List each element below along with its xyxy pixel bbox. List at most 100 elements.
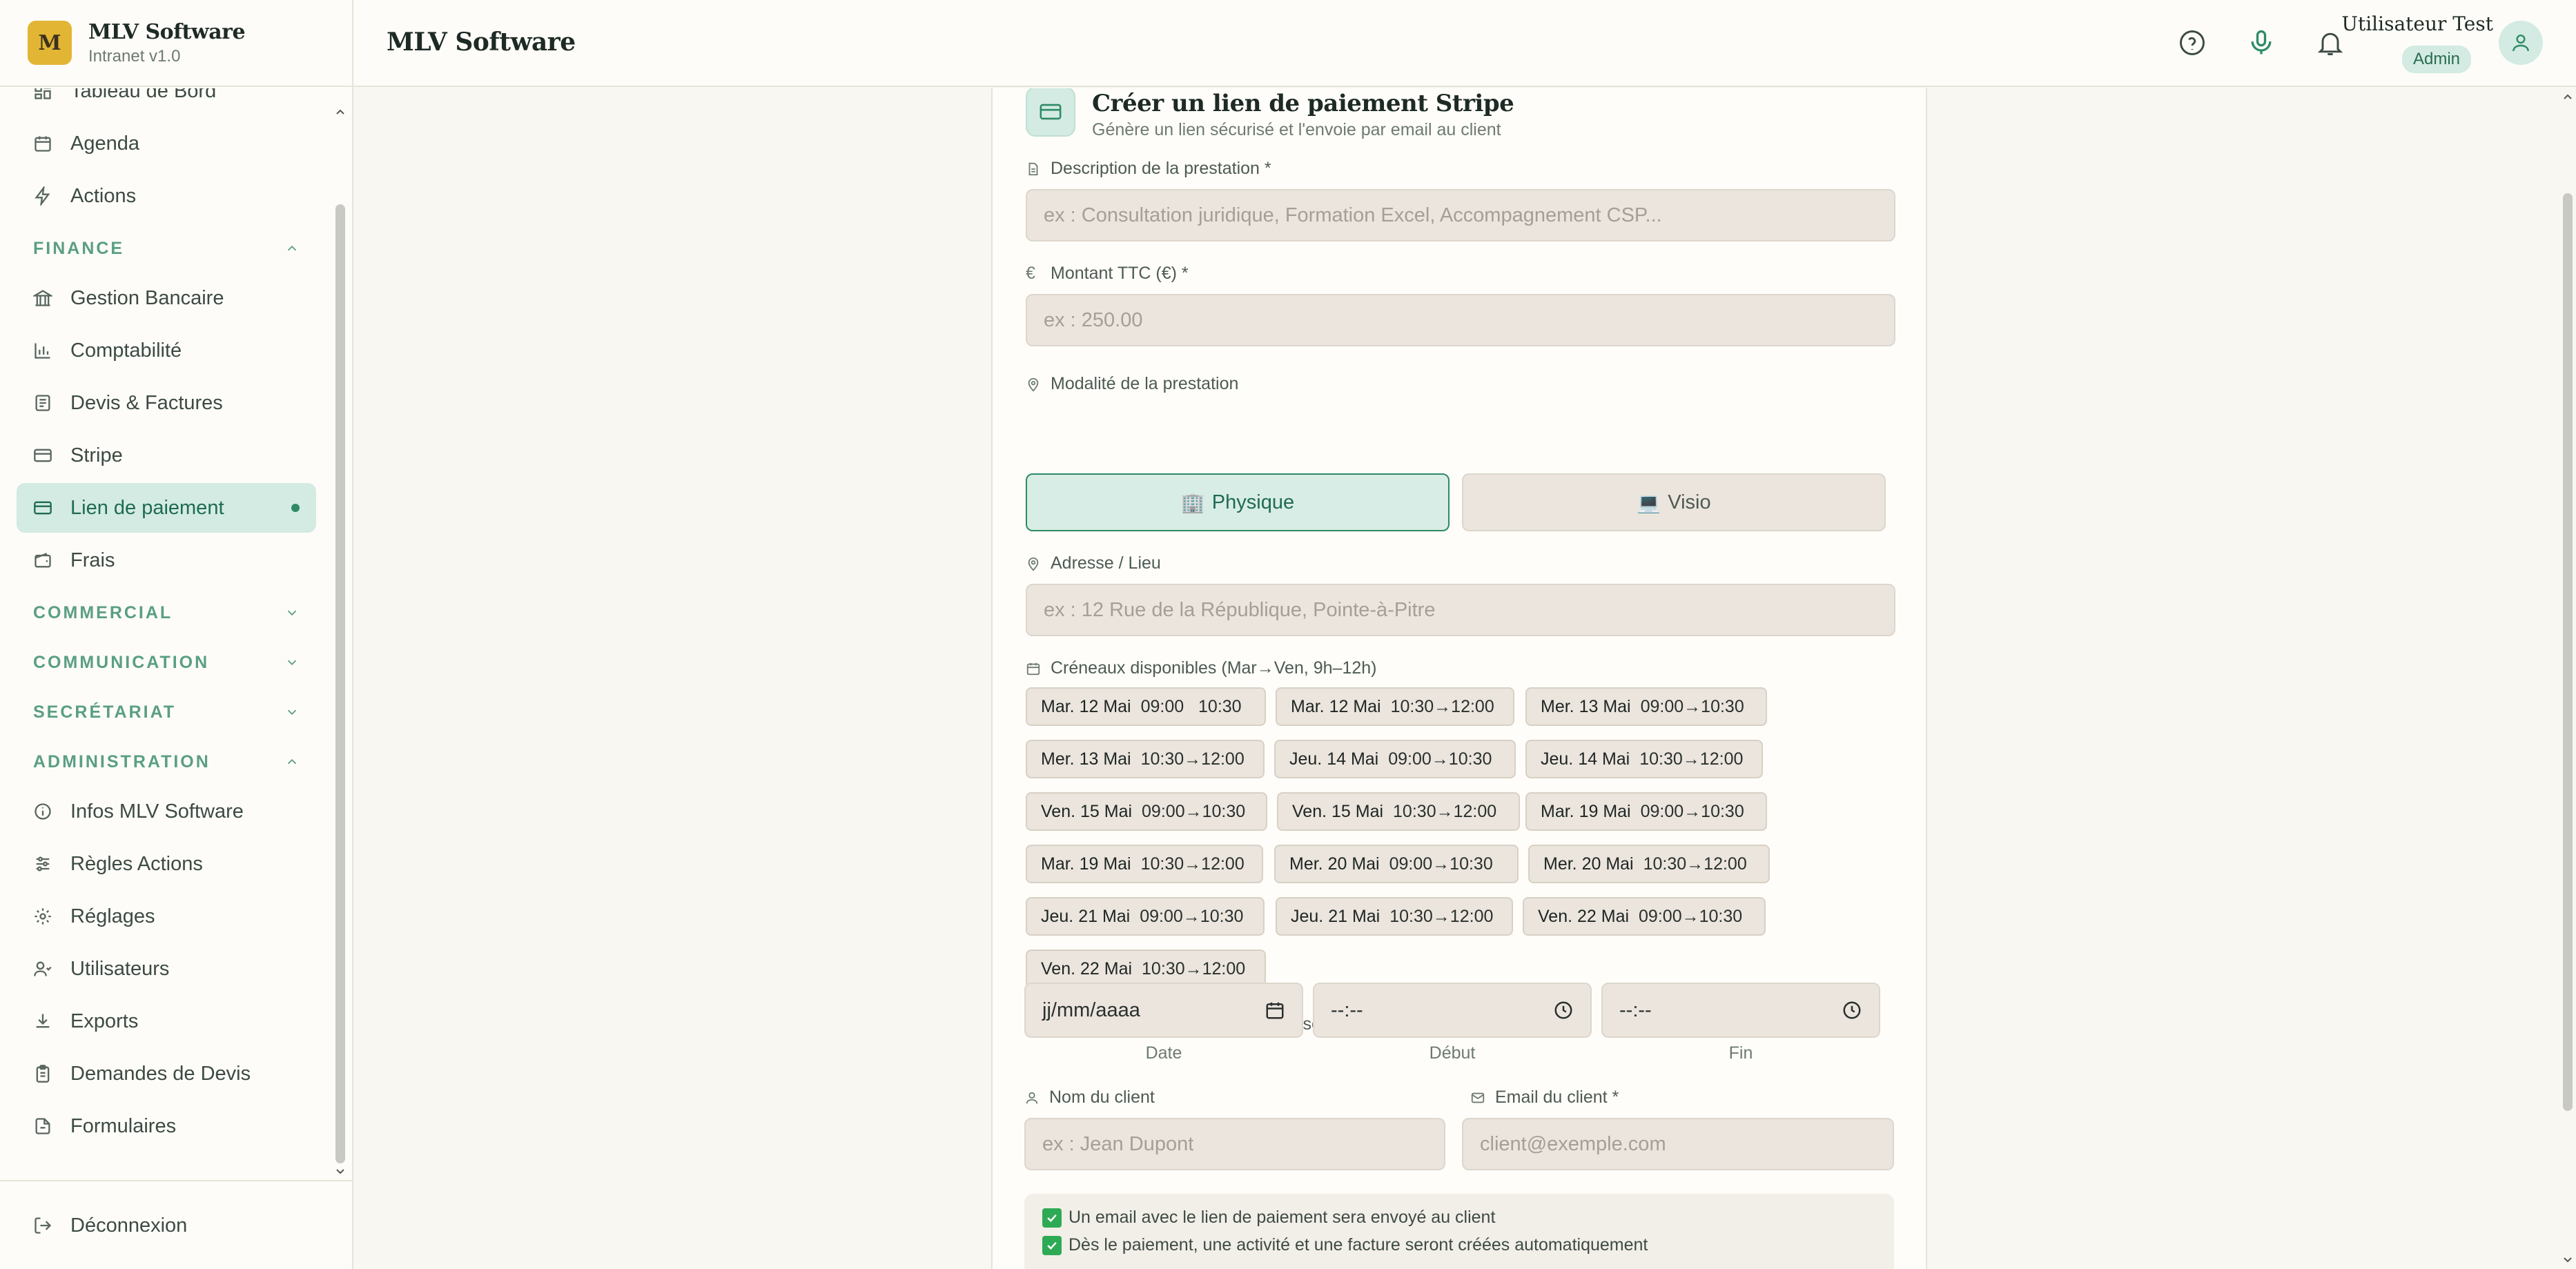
- user-name: Utilisateur Test: [2341, 12, 2493, 35]
- slot-button[interactable]: Mer. 20 Mai 10:30→12:00: [1528, 845, 1770, 883]
- slot-time: 09:00→10:30: [1388, 749, 1492, 769]
- card-icon: [1040, 104, 1062, 120]
- slot-day: Mer. 20 Mai: [1289, 854, 1380, 874]
- scroll-up-icon[interactable]: [2562, 91, 2573, 102]
- address-input[interactable]: ex : 12 Rue de la République, Pointe-à-P…: [1026, 584, 1895, 636]
- section-label: SECRÉTARIAT: [33, 702, 177, 722]
- clipboard-icon: [36, 1065, 50, 1083]
- sidebar-item-lien-de-paiement[interactable]: Lien de paiement: [17, 483, 316, 533]
- sidebar-scrollbar[interactable]: [333, 104, 348, 1180]
- amount-input[interactable]: ex : 250.00: [1026, 294, 1895, 346]
- slot-day: Ven. 15 Mai: [1292, 801, 1384, 821]
- slot-button[interactable]: Mar. 19 Mai 09:00→10:30: [1525, 792, 1767, 831]
- slot-time: 10:30→12:00: [1393, 801, 1497, 821]
- user-role-badge: Admin: [2401, 46, 2471, 73]
- sidebar-scroll-thumb[interactable]: [335, 204, 345, 1163]
- sidebar-item-label: Actions: [70, 184, 137, 207]
- sidebar-item-label: Devis & Factures: [70, 391, 223, 414]
- brand-name: MLV Software: [88, 19, 246, 44]
- sidebar-item-utilisateurs[interactable]: Utilisateurs: [17, 944, 316, 994]
- dashboard-icon: [35, 88, 51, 99]
- slot-button[interactable]: Mer. 13 Mai 10:30→12:00: [1026, 740, 1265, 778]
- help-icon[interactable]: [2177, 28, 2207, 58]
- sidebar-item-label: Réglages: [70, 905, 155, 927]
- gear-icon: [35, 908, 51, 925]
- sidebar-item-reglages[interactable]: Réglages: [17, 892, 316, 941]
- sidebar-item-demandes-devis[interactable]: Demandes de Devis: [17, 1049, 316, 1099]
- main-scrollbar[interactable]: [2559, 88, 2576, 1269]
- slot-button[interactable]: Ven. 15 Mai 10:30→12:00: [1277, 792, 1520, 831]
- slot-time: 10:30→12:00: [1390, 696, 1494, 716]
- card-icon: [34, 501, 52, 515]
- slot-button[interactable]: Ven. 15 Mai 09:00→10:30: [1026, 792, 1267, 831]
- scroll-down-icon[interactable]: [2562, 1255, 2573, 1266]
- sidebar-item-gestion-bancaire[interactable]: Gestion Bancaire: [17, 273, 316, 323]
- avatar[interactable]: [2499, 21, 2543, 65]
- slot-day: Mar. 12 Mai: [1041, 696, 1131, 716]
- slot-button[interactable]: Mer. 13 Mai 09:00→10:30: [1525, 687, 1767, 726]
- main-scroll-thumb[interactable]: [2563, 193, 2573, 1111]
- location-pin-icon: [1028, 377, 1039, 391]
- sidebar-item-comptabilite[interactable]: Comptabilité: [17, 326, 316, 375]
- slot-button[interactable]: Jeu. 21 Mai 10:30→12:00: [1276, 897, 1513, 936]
- slot-time: 10:30→12:00: [1142, 958, 1246, 978]
- slot-button[interactable]: Mer. 20 Mai 09:00→10:30: [1274, 845, 1519, 883]
- invoice-icon: [35, 395, 50, 411]
- sidebar-item-stripe[interactable]: Stripe: [17, 431, 316, 480]
- section-finance[interactable]: FINANCE: [17, 224, 316, 273]
- mode-visio-button[interactable]: 💻 Visio: [1462, 473, 1886, 531]
- brand-header[interactable]: M MLV Software Intranet v1.0: [0, 0, 352, 87]
- description-input[interactable]: ex : Consultation juridique, Formation E…: [1026, 189, 1895, 242]
- section-label: FINANCE: [33, 238, 125, 258]
- slots-label-text: Créneaux disponibles (Mar→Ven, 9h–12h): [1051, 658, 1377, 678]
- slot-button[interactable]: Jeu. 14 Mai 09:00→10:30: [1274, 740, 1516, 778]
- slot-button[interactable]: Mar. 12 Mai 09:00 10:30: [1026, 687, 1266, 726]
- slot-button[interactable]: Ven. 22 Mai 10:30→12:00: [1026, 950, 1266, 988]
- section-label: COMMERCIAL: [33, 602, 173, 622]
- card-header-icon: [1026, 88, 1075, 137]
- main-content: Créer un lien de paiement Stripe Génère …: [353, 88, 2559, 1269]
- active-indicator: [291, 504, 300, 512]
- slot-time: 10:30→12:00: [1140, 749, 1245, 769]
- slot-day: Mer. 13 Mai: [1541, 696, 1631, 716]
- sidebar-item-formulaires[interactable]: Formulaires: [17, 1101, 316, 1151]
- slot-button[interactable]: Jeu. 21 Mai 09:00→10:30: [1026, 897, 1265, 936]
- section-secretariat[interactable]: SECRÉTARIAT: [17, 687, 316, 737]
- slot-time: 09:00→10:30: [1640, 801, 1744, 821]
- sidebar-item-agenda[interactable]: Agenda: [17, 119, 316, 168]
- clock-icon: [1026, 1018, 1040, 1031]
- sliders-icon: [36, 856, 50, 872]
- amount-label-text: Montant TTC (€) *: [1051, 264, 1189, 283]
- scroll-up-icon[interactable]: [335, 106, 346, 117]
- sidebar-item-label: Comptabilité: [70, 339, 182, 362]
- sidebar-item-frais[interactable]: Frais: [17, 535, 316, 585]
- sidebar-item-tableau-de-bord[interactable]: Tableau de Bord: [17, 88, 316, 116]
- brand-version: Intranet v1.0: [88, 46, 181, 66]
- sidebar-item-label: Infos MLV Software: [70, 800, 244, 823]
- mode-physique-button[interactable]: 🏢 Physique: [1026, 473, 1450, 531]
- sidebar-item-label: Tableau de Bord: [70, 88, 217, 102]
- section-label: COMMUNICATION: [33, 652, 210, 672]
- laptop-icon: 💻: [1637, 491, 1661, 513]
- slot-button[interactable]: Jeu. 14 Mai 10:30→12:00: [1525, 740, 1763, 778]
- sidebar-item-label: Règles Actions: [70, 852, 203, 875]
- slot-day: Mar. 19 Mai: [1041, 854, 1131, 874]
- section-administration[interactable]: ADMINISTRATION: [17, 737, 316, 787]
- sidebar-item-infos[interactable]: Infos MLV Software: [17, 787, 316, 836]
- info-icon: [35, 803, 51, 820]
- section-communication[interactable]: COMMUNICATION: [17, 638, 316, 687]
- users-icon: [34, 961, 52, 976]
- sidebar-item-regles-actions[interactable]: Règles Actions: [17, 839, 316, 889]
- slot-button[interactable]: Ven. 22 Mai 09:00→10:30: [1523, 897, 1766, 936]
- logout-button[interactable]: Déconnexion: [17, 1201, 335, 1250]
- microphone-icon[interactable]: [2246, 28, 2276, 58]
- sidebar-item-devis-factures[interactable]: Devis & Factures: [17, 378, 316, 428]
- sidebar-item-actions[interactable]: Actions: [17, 171, 316, 221]
- section-commercial[interactable]: COMMERCIAL: [17, 588, 316, 638]
- scroll-down-icon[interactable]: [335, 1166, 346, 1177]
- slot-button[interactable]: Mar. 19 Mai 10:30→12:00: [1026, 845, 1263, 883]
- chevron-down-icon: [287, 660, 297, 666]
- slot-button[interactable]: Mar. 12 Mai 10:30→12:00: [1276, 687, 1514, 726]
- slot-day: Mer. 20 Mai: [1543, 854, 1634, 874]
- sidebar-item-exports[interactable]: Exports: [17, 996, 316, 1046]
